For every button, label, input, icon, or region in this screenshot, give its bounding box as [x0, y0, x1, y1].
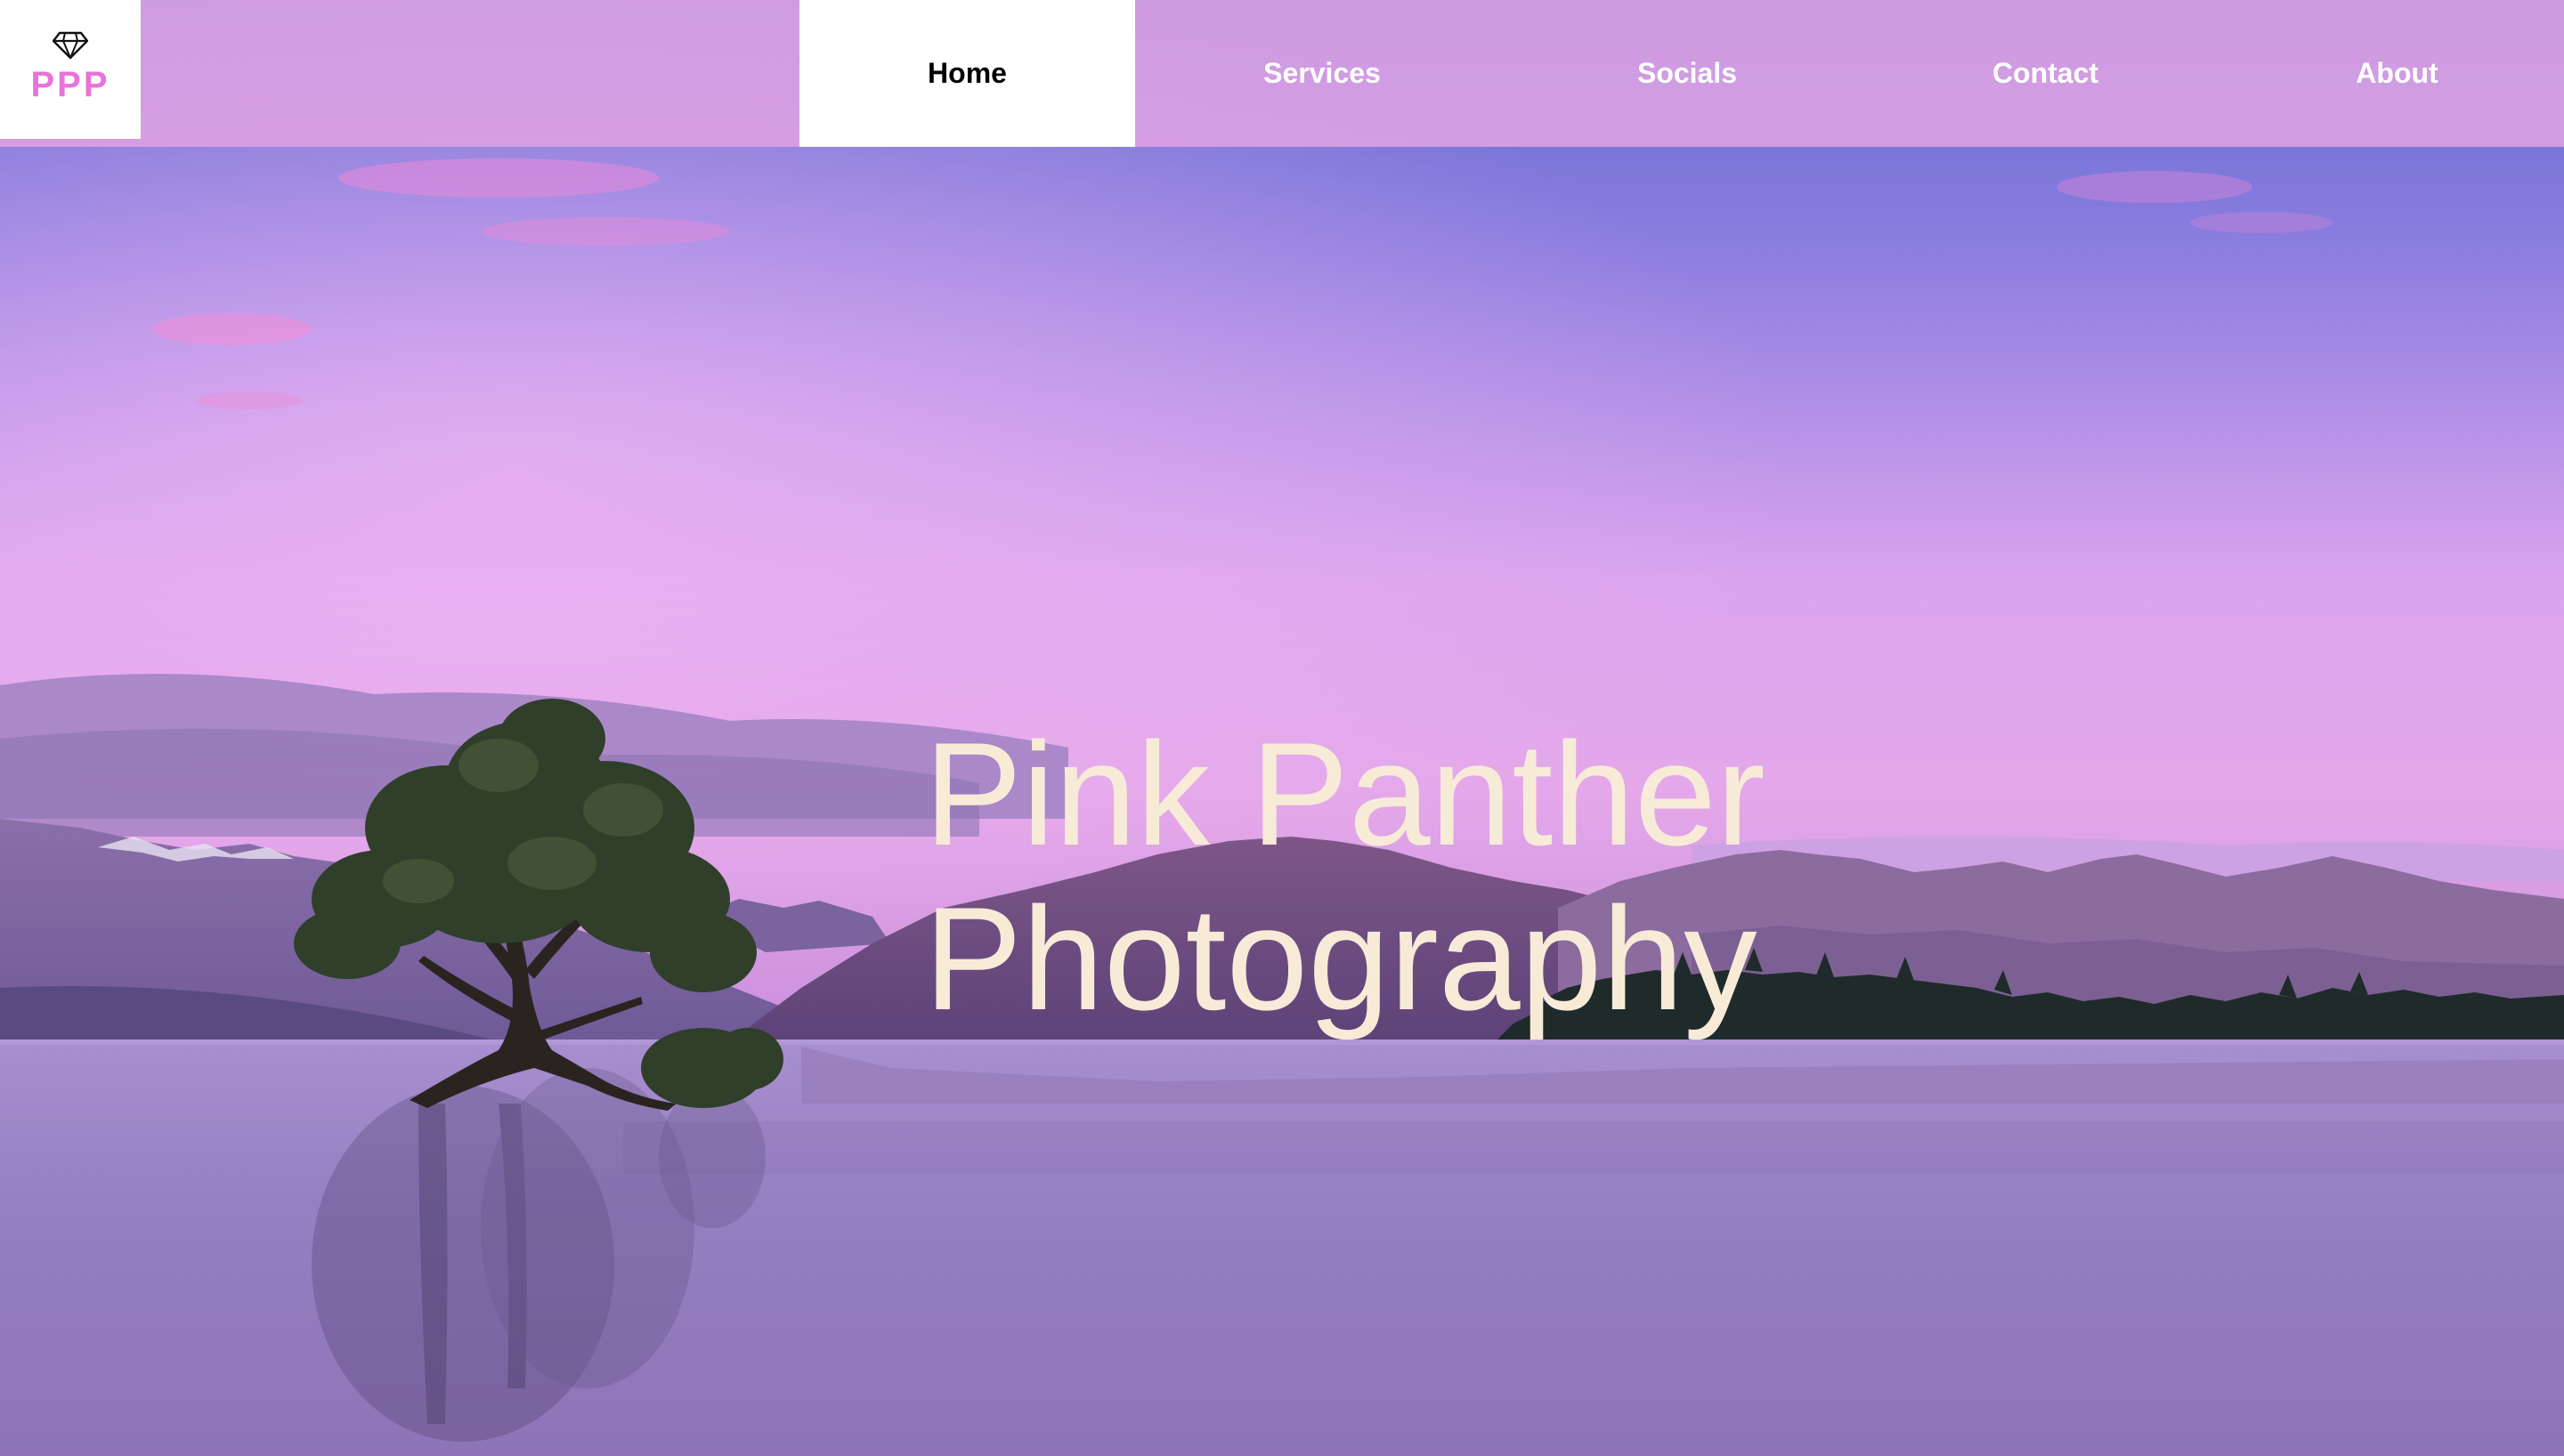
nav-bar: PPP Home Services Socials Contact About	[0, 0, 2564, 147]
nav-item-services[interactable]: Services	[1157, 0, 1487, 147]
diamond-icon	[53, 31, 88, 60]
hero-title: Pink Panther Photography	[924, 712, 1903, 1041]
logo-text: PPP	[30, 65, 110, 104]
nav-item-socials[interactable]: Socials	[1522, 0, 1852, 147]
nav-item-home[interactable]: Home	[799, 0, 1135, 147]
page: PPP Home Services Socials Contact About …	[0, 0, 2564, 1456]
nav-item-about[interactable]: About	[2230, 0, 2564, 147]
hero-title-line-2: Photography	[924, 877, 1757, 1040]
nav-item-contact[interactable]: Contact	[1878, 0, 2212, 147]
logo[interactable]: PPP	[0, 0, 141, 139]
hero-title-line-1: Pink Panther	[924, 712, 1765, 876]
